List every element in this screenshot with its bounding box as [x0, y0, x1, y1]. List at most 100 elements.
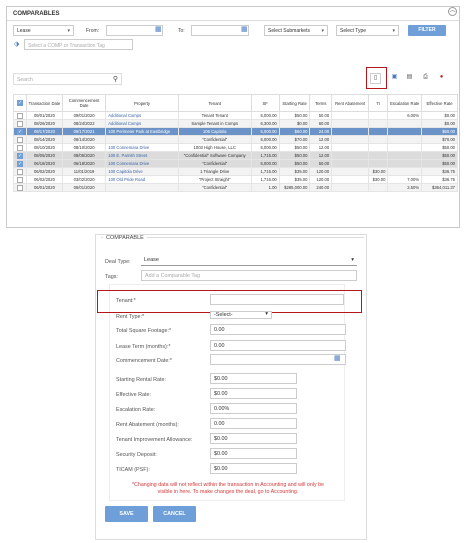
type-select[interactable]: Select Type ▾ [336, 25, 399, 36]
abatement-input[interactable]: 0.00 [210, 418, 297, 429]
security-deposit-label: Security Deposit: [116, 452, 157, 458]
deal-type-select[interactable]: Lease ▾ [141, 255, 357, 266]
table-row[interactable]: 08/14/2020 08/14/2020 "Confidential" 5,000.… [12, 135, 458, 144]
rent-abatement-cell [331, 135, 370, 144]
property-cell[interactable]: 100 Perimeter Park at Eastbridge [105, 127, 179, 136]
property-cell[interactable]: 100 Old Pride Road [105, 175, 179, 184]
panel-title: COMPARABLES [13, 11, 60, 17]
row-checkbox[interactable] [12, 167, 28, 176]
col-commencement-date[interactable]: Commencement Date [61, 94, 107, 112]
transaction-date-cell: 06/02/2020 [26, 167, 63, 176]
escalation-rate-cell [387, 167, 423, 176]
ti-cell: $30.00 [368, 175, 389, 184]
rent-type-select[interactable]: -Select- ▾ [210, 311, 272, 319]
tag-filter-input[interactable]: Select a COMP or Transaction Tag [24, 39, 133, 50]
transaction-date-cell: 09/17/2020 [26, 127, 63, 136]
starting-rate-input[interactable]: $0.00 [210, 373, 297, 384]
tenant-input[interactable] [210, 294, 344, 305]
col-tenant[interactable]: Tenant [177, 94, 252, 112]
ti-allowance-input[interactable]: $0.00 [210, 433, 297, 444]
row-checkbox[interactable] [12, 119, 28, 128]
row-checkbox[interactable] [12, 143, 28, 152]
rent-abatement-cell [331, 167, 370, 176]
row-checkbox[interactable]: ✓ [12, 159, 28, 168]
row-checkbox[interactable]: ✓ [12, 127, 28, 136]
effective-rate-cell: $60.00 [421, 127, 458, 136]
table-row[interactable]: ✓ 09/17/2020 09/17/2021 100 Perimeter Park … [12, 127, 458, 136]
ticam-input[interactable]: $0.00 [210, 463, 297, 474]
col-escalation-rate[interactable]: Escalation Rate [387, 94, 423, 112]
effective-rate-cell: $50.00 [421, 151, 458, 160]
row-checkbox[interactable] [12, 175, 28, 184]
starting-rate-cell: $70.00 [278, 135, 311, 144]
print-icon[interactable]: ⎙ [420, 73, 431, 84]
cancel-button[interactable]: CANCEL [153, 506, 196, 522]
col-property[interactable]: Property [105, 94, 179, 112]
terms-cell: 120.00 [309, 167, 333, 176]
col-effective-rate[interactable]: Effective Rate [421, 94, 458, 112]
select-all-checkbox[interactable]: ✓ [12, 94, 28, 112]
table-row[interactable]: 06/01/2020 06/01/2020 "Confidential" 1.00 $2… [12, 183, 458, 192]
table-row[interactable]: ✓ 06/18/2020 06/18/2020 100 Connemara Drive… [12, 159, 458, 168]
ti-cell [368, 119, 389, 128]
table-row[interactable]: 06/02/2020 03/02/2020 100 Old Pride Road "P… [12, 175, 458, 184]
submarkets-select[interactable]: Select Submarkets ▾ [264, 25, 328, 36]
search-input[interactable]: Search ⚲ [13, 73, 122, 85]
col-rent-abatement[interactable]: Rent Abatement [331, 94, 370, 112]
table-row[interactable]: 08/26/2020 08/24/2022 Additional Comps Samp… [12, 119, 458, 128]
save-button[interactable]: SAVE [105, 506, 148, 522]
col-ti[interactable]: TI [368, 94, 389, 112]
rent-abatement-cell [331, 119, 370, 128]
escalation-input[interactable]: 0.00% [210, 403, 297, 414]
search-icon: ⚲ [112, 76, 118, 83]
rent-abatement-cell [331, 151, 370, 160]
tags-label: Tags: [105, 274, 118, 280]
lease-term-input[interactable]: 0.00 [210, 340, 346, 351]
row-checkbox[interactable]: ✓ [12, 151, 28, 160]
col-terms[interactable]: Terms [309, 94, 333, 112]
calendar-icon[interactable]: ▦ [241, 26, 248, 34]
property-cell[interactable]: 100 Connemara Drive [105, 143, 179, 152]
deal-type-select[interactable]: Lease ▾ [13, 25, 74, 36]
property-cell[interactable]: Additional Comps [105, 111, 179, 120]
transaction-date-cell: 08/26/2020 [26, 119, 63, 128]
row-checkbox[interactable] [12, 135, 28, 144]
table-row[interactable]: ✓ 08/05/2020 08/05/2020 100 E. Parrish Stre… [12, 151, 458, 160]
spreadsheet-icon[interactable]: ▤ [404, 73, 415, 84]
tenant-cell: Sample Tenant in Comps [177, 119, 252, 128]
map-pin-icon[interactable]: ● [436, 73, 447, 84]
tags-input[interactable]: Add a Comparable Tag [141, 270, 357, 281]
row-checkbox[interactable] [12, 111, 28, 120]
row-checkbox[interactable] [12, 183, 28, 192]
tenant-cell: "Confidential" [177, 183, 252, 192]
col-starting-rate[interactable]: Starting Rate [278, 94, 311, 112]
filter-button[interactable]: FILTER [408, 25, 446, 36]
terms-cell: 50.00 [309, 159, 333, 168]
calendar-icon[interactable]: ▦ [334, 355, 341, 363]
terms-cell: 12.00 [309, 135, 333, 144]
sf-cell: 6,300.00 [250, 119, 280, 128]
col-transaction-date[interactable]: Transaction Date [26, 94, 63, 112]
table-row[interactable]: 08/10/2020 08/10/2020 100 Connemara Drive 1… [12, 143, 458, 152]
ti-allowance-label: Tenant Improvement Allowance: [116, 437, 193, 443]
property-cell[interactable]: 100 Capitola Drive [105, 167, 179, 176]
document-icon[interactable]: ▯ [370, 73, 381, 84]
table-row[interactable]: 06/02/2020 11/01/2019 100 Capitola Drive 1 … [12, 167, 458, 176]
chevron-up-icon[interactable]: ︿ [448, 7, 457, 16]
starting-rate-cell: $50.00 [278, 159, 311, 168]
col-sf[interactable]: SF [250, 94, 280, 112]
table-row[interactable]: 09/01/2020 09/01/2020 Additional Comps Tena… [12, 111, 458, 120]
security-deposit-input[interactable]: $0.00 [210, 448, 297, 459]
calendar-icon[interactable]: ▦ [155, 26, 162, 34]
starting-rate-cell: $0.00 [278, 119, 311, 128]
copy-icon[interactable]: ▣ [389, 73, 400, 84]
rent-abatement-cell [331, 159, 370, 168]
effective-rate-input[interactable]: $0.00 [210, 388, 297, 399]
property-cell[interactable] [105, 135, 179, 144]
property-cell[interactable]: 100 Connemara Drive [105, 159, 179, 168]
property-cell[interactable]: 100 E. Parrish Street [105, 151, 179, 160]
commencement-input[interactable] [210, 354, 346, 365]
property-cell[interactable]: Additional Comps [105, 119, 179, 128]
property-cell[interactable] [105, 183, 179, 192]
sqft-input[interactable]: 0.00 [210, 324, 346, 335]
